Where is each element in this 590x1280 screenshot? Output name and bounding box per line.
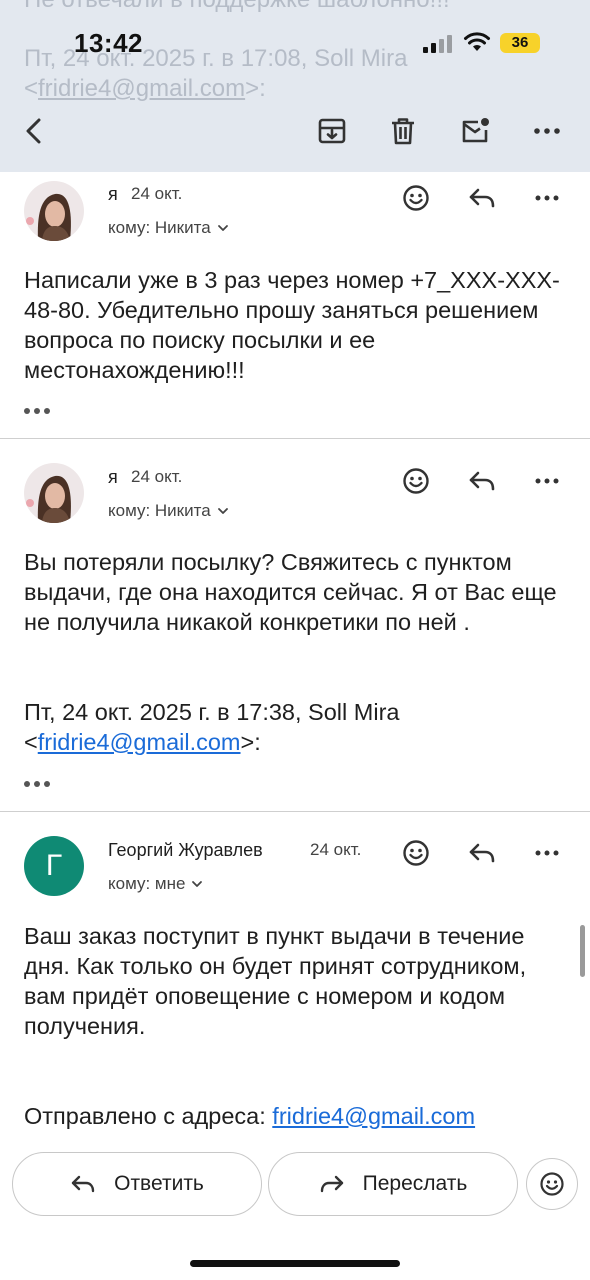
avatar[interactable]: Г [24,836,84,896]
ghost-email: fridrie4@gmail.com [38,75,246,102]
more-options-button[interactable] [524,108,570,154]
scrollbar[interactable] [580,925,585,977]
trash-icon [392,118,414,145]
forward-bottom-button[interactable]: Переслать [268,1152,518,1216]
reply-icon [71,1175,95,1193]
sender-name: Георгий Журавлев [108,840,263,860]
message-date: 24 окт. [310,840,362,859]
cellular-signal-icon [423,35,453,53]
message-body: Ваш заказ поступит в пункт выдачи в тече… [24,923,527,1039]
battery-indicator: 36 [500,33,540,53]
recipient-label: кому: мне [108,874,186,893]
ghost-suffix: >: [245,75,266,102]
archive-button[interactable] [309,108,355,154]
ghost-prefix: < [24,75,39,102]
email-link[interactable]: fridrie4@gmail.com [272,1103,475,1129]
more-icon [534,128,560,134]
emoji-react-bottom-button[interactable] [526,1158,578,1210]
reply-bottom-button[interactable]: Ответить [12,1152,262,1216]
sent-from-label: Отправлено с адреса: [24,1103,266,1129]
message-more-button[interactable] [525,831,569,875]
recipient-toggle[interactable]: кому: мне [108,874,203,894]
reply-icon [469,843,495,863]
emoji-icon [540,1172,564,1196]
scrolled-text-line: Не отвечали в поддержке шаблонно!!! [24,0,450,14]
back-icon [26,118,41,144]
top-app-bar: Не отвечали в поддержке шаблонно!!! Пт, … [0,0,590,172]
delete-button[interactable] [380,108,426,154]
more-icon [535,850,559,856]
reply-label: Ответить [114,1172,204,1195]
mark-unread-button[interactable] [452,108,498,154]
mark-unread-icon [462,118,489,143]
emoji-react-button[interactable] [394,831,438,875]
status-time: 13:42 [74,28,143,58]
forward-icon [320,1175,343,1193]
scrolled-text-line: <fridrie4@gmail.com>: [24,75,266,103]
sent-from-line: Отправлено с адреса: fridrie4@gmail.com [24,1101,574,1131]
wifi-icon [464,32,490,51]
forward-label: Переслать [362,1172,468,1195]
avatar-letter: Г [45,849,63,882]
emoji-icon [403,840,429,866]
chevron-down-icon [192,881,203,887]
reply-button[interactable] [460,831,504,875]
back-button[interactable] [12,108,58,154]
archive-icon [318,118,346,144]
home-indicator[interactable] [190,1260,400,1267]
